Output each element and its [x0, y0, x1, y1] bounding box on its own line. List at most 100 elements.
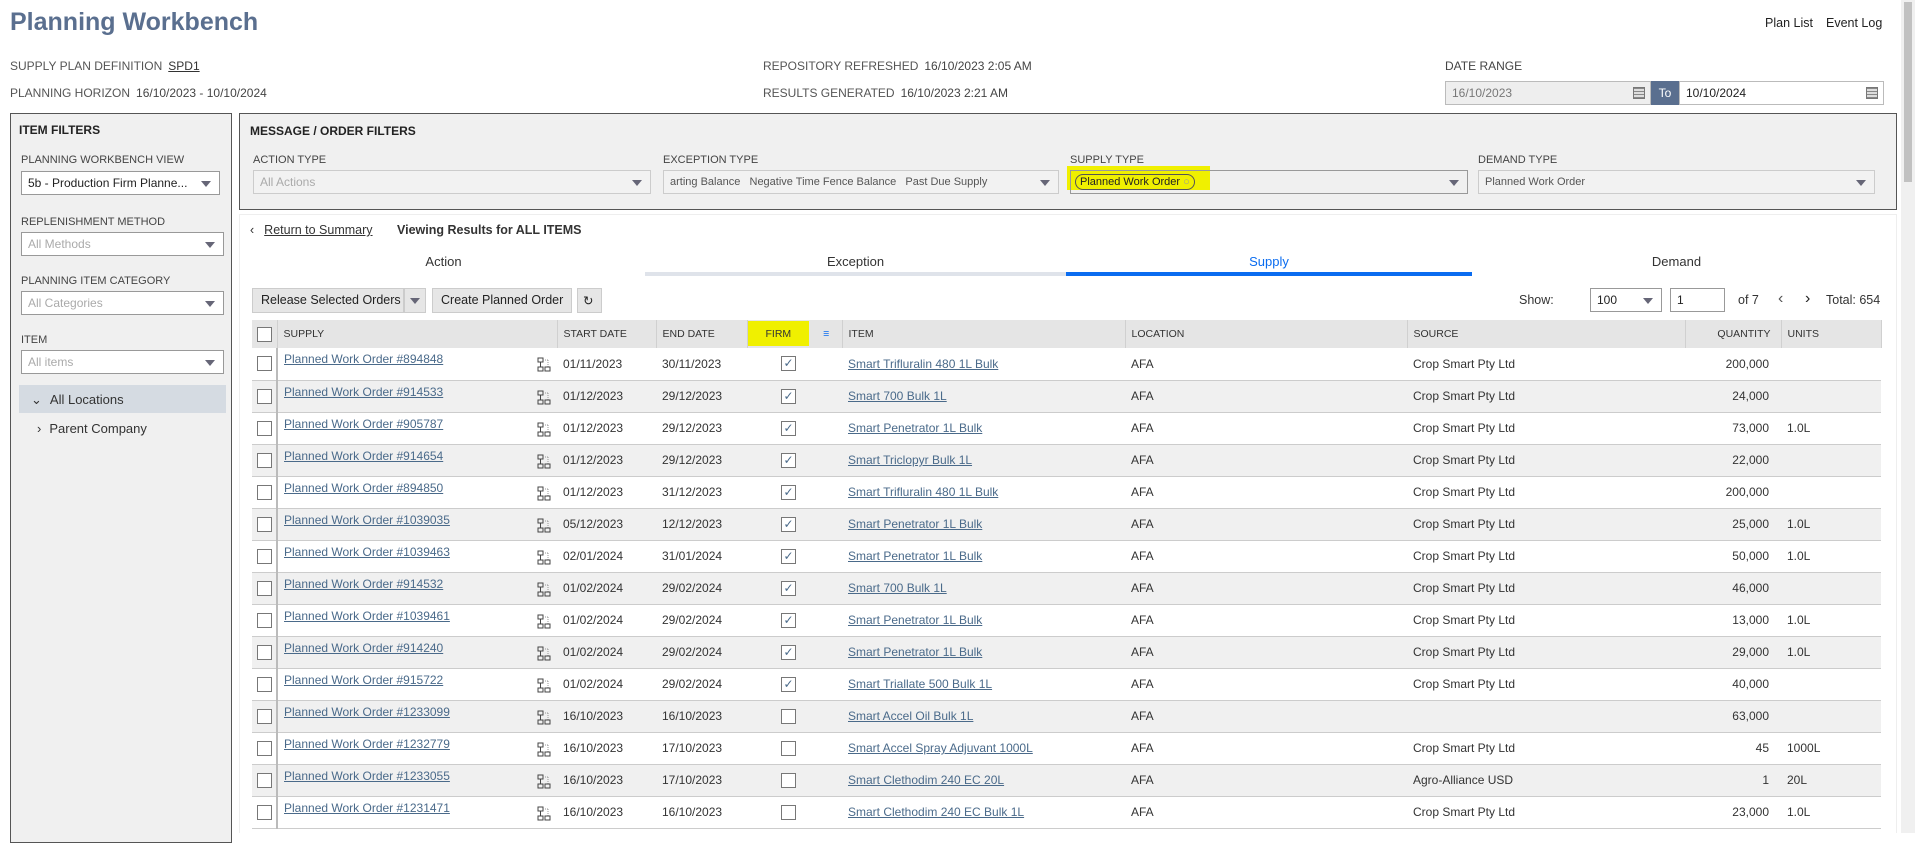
- firm-checkbox[interactable]: [781, 772, 796, 788]
- category-select[interactable]: All Categories: [21, 291, 224, 315]
- supply-link[interactable]: Planned Work Order #1232779: [284, 737, 450, 751]
- item-link[interactable]: Smart 700 Bulk 1L: [848, 389, 947, 403]
- supply-link[interactable]: Planned Work Order #905787: [284, 417, 443, 431]
- item-link[interactable]: Smart Penetrator 1L Bulk: [848, 421, 982, 435]
- firm-checkbox[interactable]: ✓: [781, 484, 796, 500]
- firm-checkbox[interactable]: ✓: [781, 676, 796, 692]
- item-link[interactable]: Smart Penetrator 1L Bulk: [848, 613, 982, 627]
- supply-plan-link[interactable]: SPD1: [168, 59, 199, 73]
- item-link[interactable]: Smart Penetrator 1L Bulk: [848, 517, 982, 531]
- row-checkbox[interactable]: [257, 708, 272, 724]
- supply-link[interactable]: Planned Work Order #914532: [284, 577, 443, 591]
- column-header-item[interactable]: ITEM: [842, 320, 1126, 348]
- row-checkbox[interactable]: [257, 644, 272, 660]
- firm-checkbox[interactable]: ✓: [781, 516, 796, 532]
- firm-checkbox[interactable]: [781, 804, 796, 820]
- tab-action[interactable]: Action: [242, 254, 645, 276]
- item-select[interactable]: All items: [21, 350, 224, 374]
- replenishment-select[interactable]: All Methods: [21, 232, 224, 256]
- row-checkbox[interactable]: [257, 388, 272, 404]
- refresh-button[interactable]: ↻: [577, 288, 602, 313]
- item-link[interactable]: Smart Trifluralin 480 1L Bulk: [848, 357, 998, 371]
- item-link[interactable]: Smart 700 Bulk 1L: [848, 581, 947, 595]
- date-to-input[interactable]: 10/10/2024: [1679, 81, 1884, 105]
- select-all-checkbox[interactable]: [257, 326, 272, 342]
- item-link[interactable]: Smart Clethodim 240 EC 20L: [848, 773, 1004, 787]
- item-link[interactable]: Smart Penetrator 1L Bulk: [848, 645, 982, 659]
- item-link[interactable]: Smart Accel Oil Bulk 1L: [848, 709, 973, 723]
- hierarchy-icon[interactable]: [537, 454, 551, 469]
- tree-item-parent-company[interactable]: › Parent Company: [37, 421, 147, 436]
- row-checkbox[interactable]: [257, 356, 272, 372]
- row-checkbox[interactable]: [257, 452, 272, 468]
- hierarchy-icon[interactable]: [537, 422, 551, 437]
- exception-tag[interactable]: arting Balance: [670, 176, 740, 188]
- column-header-source[interactable]: SOURCE: [1407, 320, 1686, 348]
- supply-link[interactable]: Planned Work Order #1039463: [284, 545, 450, 559]
- action-type-select[interactable]: All Actions: [253, 170, 651, 194]
- firm-checkbox[interactable]: ✓: [781, 356, 796, 372]
- create-planned-order-button[interactable]: Create Planned Order: [432, 288, 573, 313]
- hierarchy-icon[interactable]: [537, 678, 551, 693]
- exception-type-select[interactable]: arting Balance Negative Time Fence Balan…: [663, 170, 1059, 194]
- release-selected-orders-button[interactable]: Release Selected Orders: [252, 288, 404, 313]
- supply-link[interactable]: Planned Work Order #1233099: [284, 705, 450, 719]
- hierarchy-icon[interactable]: [537, 486, 551, 501]
- item-link[interactable]: Smart Penetrator 1L Bulk: [848, 549, 982, 563]
- prev-page-icon[interactable]: ‹: [1778, 290, 1783, 308]
- tab-supply[interactable]: Supply: [1066, 254, 1472, 276]
- row-checkbox[interactable]: [257, 548, 272, 564]
- item-link[interactable]: Smart Clethodim 240 EC Bulk 1L: [848, 805, 1024, 819]
- row-checkbox[interactable]: [257, 484, 272, 500]
- scrollbar-thumb[interactable]: [1904, 2, 1912, 182]
- page-number-input[interactable]: 1: [1670, 288, 1725, 312]
- tab-demand[interactable]: Demand: [1472, 254, 1881, 276]
- supply-link[interactable]: Planned Work Order #1039035: [284, 513, 450, 527]
- row-checkbox[interactable]: [257, 612, 272, 628]
- return-to-summary[interactable]: ‹ Return to Summary: [250, 223, 373, 237]
- firm-checkbox[interactable]: ✓: [781, 452, 796, 468]
- hierarchy-icon[interactable]: [537, 614, 551, 629]
- page-scrollbar[interactable]: [1901, 0, 1915, 833]
- column-header-quantity[interactable]: QUANTITY: [1685, 320, 1782, 348]
- hierarchy-icon[interactable]: [537, 710, 551, 725]
- supply-link[interactable]: Planned Work Order #1233055: [284, 769, 450, 783]
- next-page-icon[interactable]: ›: [1805, 290, 1810, 308]
- supply-link[interactable]: Planned Work Order #914533: [284, 385, 443, 399]
- page-size-select[interactable]: 100: [1590, 288, 1662, 312]
- supply-link[interactable]: Planned Work Order #915722: [284, 673, 443, 687]
- supply-link[interactable]: Planned Work Order #1231471: [284, 801, 450, 815]
- date-from-input[interactable]: 16/10/2023: [1445, 81, 1651, 105]
- item-link[interactable]: Smart Trifluralin 480 1L Bulk: [848, 485, 998, 499]
- firm-checkbox[interactable]: ✓: [781, 612, 796, 628]
- column-header-supply[interactable]: SUPPLY: [277, 320, 558, 348]
- row-checkbox[interactable]: [257, 420, 272, 436]
- calendar-icon[interactable]: [1866, 87, 1878, 99]
- column-header-location[interactable]: LOCATION: [1125, 320, 1408, 348]
- item-link[interactable]: Smart Triallate 500 Bulk 1L: [848, 677, 992, 691]
- row-checkbox[interactable]: [257, 516, 272, 532]
- firm-checkbox[interactable]: ✓: [781, 388, 796, 404]
- column-header-start-date[interactable]: START DATE: [557, 320, 657, 348]
- supply-link[interactable]: Planned Work Order #1039461: [284, 609, 450, 623]
- hierarchy-icon[interactable]: [537, 357, 551, 372]
- hierarchy-icon[interactable]: [537, 774, 551, 789]
- column-header-end-date[interactable]: END DATE: [656, 320, 748, 348]
- column-header-firm[interactable]: FIRM ≡: [747, 320, 843, 348]
- event-log-link[interactable]: Event Log: [1826, 16, 1882, 30]
- calendar-icon[interactable]: [1633, 87, 1645, 99]
- tab-exception[interactable]: Exception: [645, 254, 1066, 276]
- plan-list-link[interactable]: Plan List: [1765, 16, 1813, 30]
- exception-tag[interactable]: Past Due Supply: [905, 176, 987, 188]
- remove-tag-icon[interactable]: ○: [1183, 176, 1190, 188]
- row-checkbox[interactable]: [257, 772, 272, 788]
- demand-type-select[interactable]: Planned Work Order: [1478, 170, 1875, 194]
- firm-checkbox[interactable]: ✓: [781, 580, 796, 596]
- row-checkbox[interactable]: [257, 740, 272, 756]
- workbench-view-select[interactable]: 5b - Production Firm Planne...: [21, 171, 220, 195]
- hierarchy-icon[interactable]: [537, 390, 551, 405]
- firm-checkbox[interactable]: [781, 740, 796, 756]
- row-checkbox[interactable]: [257, 804, 272, 820]
- firm-checkbox[interactable]: ✓: [781, 644, 796, 660]
- row-checkbox[interactable]: [257, 676, 272, 692]
